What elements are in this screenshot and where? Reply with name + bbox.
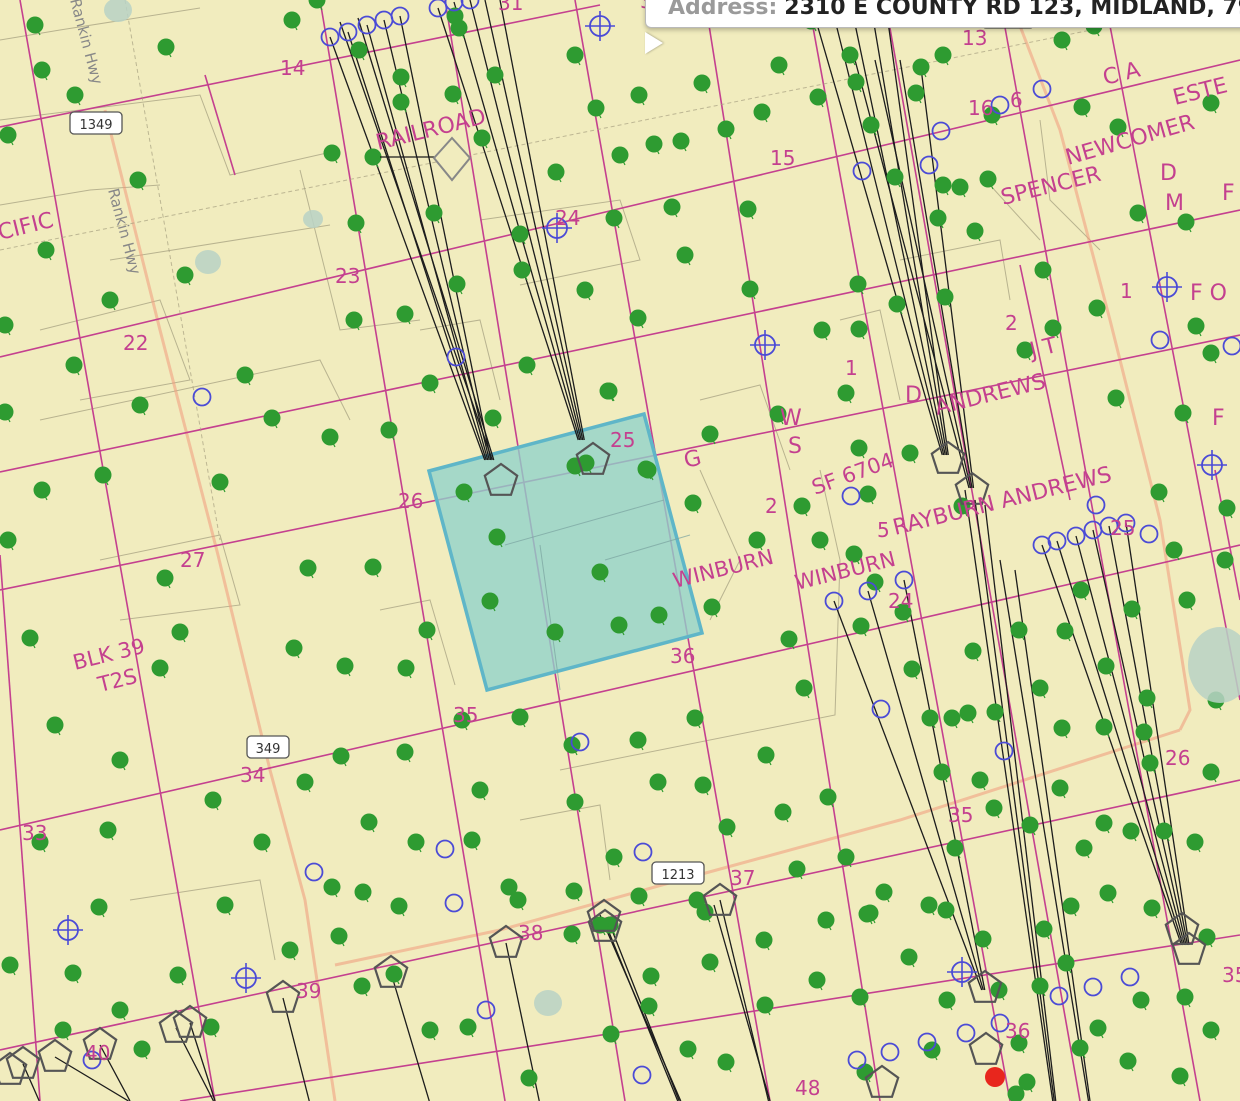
section-38: 38 (518, 921, 543, 945)
label-f2: F (1212, 406, 1225, 431)
section-14: 14 (280, 56, 305, 80)
section-22: 22 (123, 331, 148, 355)
highway-shield-1213: 1213 (651, 861, 705, 885)
section-23: 23 (335, 264, 360, 288)
section-13: 13 (962, 26, 987, 50)
address-value: 2310 E COUNTY RD 123, MIDLAND, 79 (784, 0, 1240, 20)
highway-shield-1349: 1349 (69, 111, 123, 135)
section-27: 27 (180, 548, 205, 572)
section-35c: 35 (1222, 963, 1240, 987)
shield-label: 1213 (661, 868, 694, 883)
section-33: 33 (22, 821, 47, 845)
section-36: 36 (670, 644, 695, 668)
section-15: 15 (770, 146, 795, 170)
section-31: 31 (498, 0, 523, 15)
section-24: 24 (555, 206, 580, 230)
label-n2b: 2 (1005, 311, 1018, 335)
label-d2: D (905, 383, 922, 408)
section-25: 25 (610, 428, 635, 452)
label-f1: F (1222, 181, 1235, 206)
section-16: 16 (968, 96, 993, 120)
label-n1b: 1 (1120, 279, 1133, 303)
shield-label: 349 (256, 742, 281, 757)
red-well-icon[interactable] (985, 1067, 1005, 1087)
address-popup[interactable]: Address: 2310 E COUNTY RD 123, MIDLAND, … (645, 0, 1240, 28)
address-label: Address: (668, 0, 778, 20)
label-n1: 1 (845, 356, 858, 380)
section-34: 34 (240, 763, 265, 787)
section-37: 37 (730, 866, 755, 890)
label-fo: F O (1190, 281, 1227, 306)
label-m: M (1165, 191, 1184, 216)
highway-shield-349: 349 (246, 735, 290, 759)
section-36b: 36 (1005, 1019, 1030, 1043)
section-39: 39 (296, 979, 321, 1003)
label-n2: 2 (765, 494, 778, 518)
section-48: 48 (795, 1076, 820, 1100)
section-40: 40 (85, 1041, 110, 1065)
label-d: D (1160, 161, 1177, 186)
section-24b: 24 (888, 589, 913, 613)
popup-pointer (645, 32, 663, 54)
label-w: W (780, 406, 802, 431)
section-35b: 35 (948, 803, 973, 827)
label-n6: 6 (1010, 88, 1023, 112)
section-25b: 25 (1110, 516, 1135, 540)
label-n5: 5 (877, 518, 890, 542)
map-canvas[interactable]: 1349 349 1213 1213 CIFIC RAILROAD Rankin… (0, 0, 1240, 1101)
shield-label: 1349 (79, 118, 112, 133)
section-26b: 26 (1165, 746, 1190, 770)
section-35: 35 (453, 703, 478, 727)
label-s: S (788, 434, 802, 459)
section-26: 26 (398, 489, 423, 513)
